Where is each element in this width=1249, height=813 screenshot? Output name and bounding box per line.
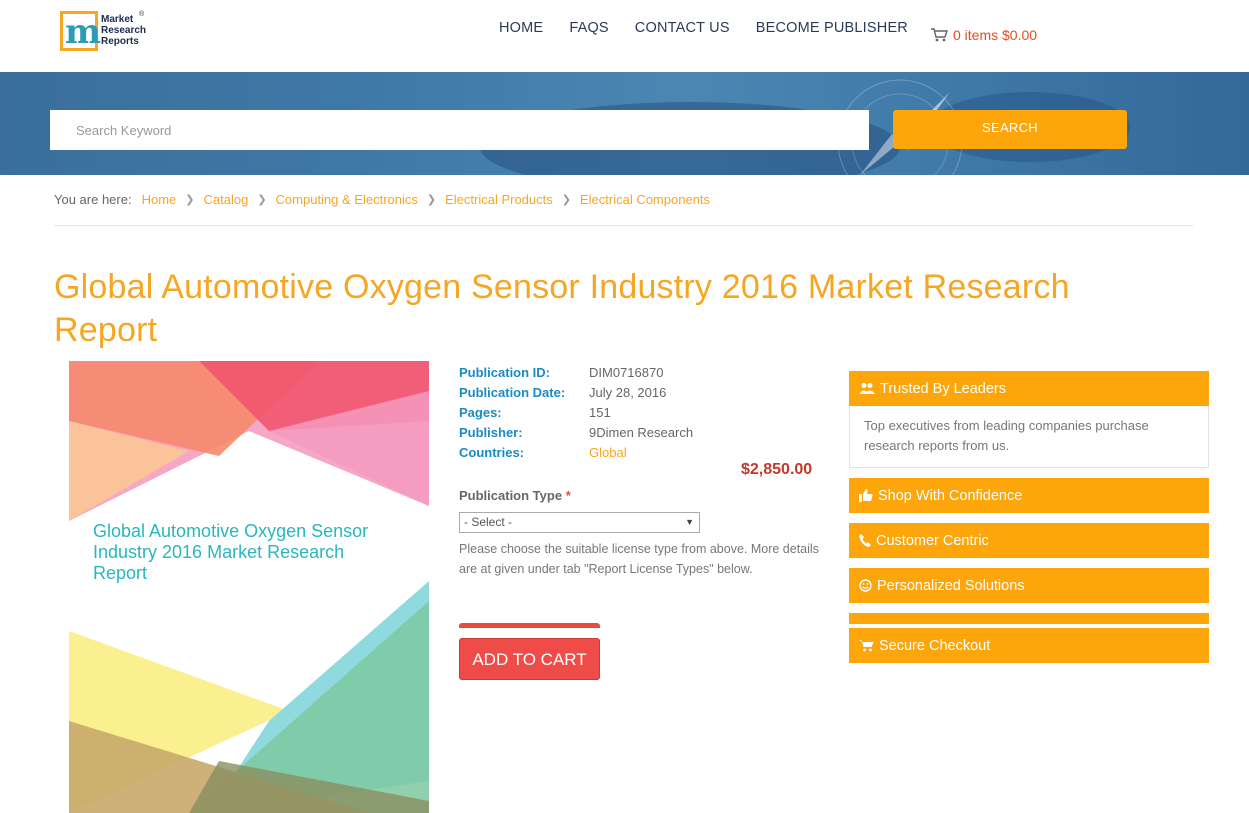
cover-artwork: [69, 361, 429, 813]
cart-label: 0 items $0.00: [953, 27, 1038, 43]
sidebar-trusted-title: Trusted By Leaders: [880, 380, 1006, 397]
site-header: m Market Research Reports ® HOME FAQS CO…: [0, 0, 1249, 72]
cart-summary[interactable]: 0 items $0.00: [931, 27, 1037, 43]
breadcrumb-electrical-components[interactable]: Electrical Components: [580, 192, 710, 207]
search-button[interactable]: SEARCH: [893, 110, 1127, 149]
sidebar-hidden-item: [849, 613, 1209, 624]
detail-value: 9Dimen Research: [589, 425, 694, 440]
report-cover-image: Global Automotive Oxygen Sensor Industry…: [69, 361, 429, 813]
detail-row-publication-date: Publication Date: July 28, 2016: [459, 383, 693, 403]
cover-title: Global Automotive Oxygen Sensor Industry…: [93, 521, 369, 583]
logo-line-2: Research: [101, 25, 147, 36]
dropdown-arrow-icon: ▼: [685, 517, 694, 527]
nav-become-publisher[interactable]: BECOME PUBLISHER: [756, 20, 908, 36]
detail-row-publication-id: Publication ID: DIM0716870: [459, 363, 693, 383]
phone-icon: [859, 534, 871, 547]
users-icon: [859, 383, 875, 394]
shopping-cart-icon: [859, 640, 874, 652]
personalized-solutions-header[interactable]: Personalized Solutions: [849, 568, 1209, 603]
detail-row-countries: Countries: Global: [459, 443, 693, 463]
add-to-cart-button-shadow: [459, 623, 600, 628]
chevron-right-icon: ❯: [561, 194, 571, 206]
sidebar-customer-title: Customer Centric: [876, 532, 989, 549]
nav-faqs[interactable]: FAQS: [569, 20, 608, 36]
detail-row-publisher: Publisher: 9Dimen Research: [459, 423, 693, 443]
publication-type-label: Publication Type *: [459, 488, 571, 503]
publication-type-select[interactable]: - Select - ▼: [459, 512, 700, 533]
breadcrumb-divider: [54, 225, 1193, 226]
detail-row-pages: Pages: 151: [459, 403, 693, 423]
sidebar-secure-title: Secure Checkout: [879, 637, 991, 654]
trusted-by-leaders-panel: Top executives from leading companies pu…: [849, 406, 1209, 468]
detail-value: DIM0716870: [589, 365, 664, 380]
detail-label: Publisher:: [459, 425, 523, 440]
logo-registered-mark: ®: [139, 11, 145, 18]
detail-label: Publication ID:: [459, 365, 550, 380]
site-logo[interactable]: m Market Research Reports ®: [60, 11, 150, 55]
nav-home[interactable]: HOME: [499, 20, 543, 36]
detail-value: 151: [589, 405, 611, 420]
breadcrumb: You are here: Home ❯ Catalog ❯ Computing…: [54, 192, 710, 207]
nav-contact-us[interactable]: CONTACT US: [635, 20, 730, 36]
search-input[interactable]: Search Keyword: [50, 110, 869, 150]
sidebar-shop-title: Shop With Confidence: [878, 487, 1023, 504]
sidebar-personalized-title: Personalized Solutions: [877, 577, 1025, 594]
logo-mark: m: [60, 11, 101, 52]
detail-value: July 28, 2016: [589, 385, 667, 400]
required-marker: *: [565, 488, 571, 503]
breadcrumb-home[interactable]: Home: [142, 192, 177, 207]
publication-details: Publication ID: DIM0716870 Publication D…: [459, 363, 693, 463]
countries-link[interactable]: Global: [589, 443, 627, 463]
publication-type-text: Publication Type: [459, 488, 563, 503]
detail-label: Countries:: [459, 445, 524, 460]
chevron-right-icon: ❯: [257, 194, 267, 206]
breadcrumb-computing-electronics[interactable]: Computing & Electronics: [276, 192, 418, 207]
secure-checkout-header[interactable]: Secure Checkout: [849, 628, 1209, 663]
logo-line-3: Reports: [101, 36, 139, 47]
shopping-cart-icon: [931, 28, 948, 42]
breadcrumb-prefix: You are here:: [54, 192, 132, 207]
chevron-right-icon: ❯: [185, 194, 195, 206]
breadcrumb-catalog[interactable]: Catalog: [204, 192, 249, 207]
report-price: $2,850.00: [741, 461, 813, 478]
add-to-cart-button[interactable]: ADD TO CART: [459, 638, 600, 680]
page-title: Global Automotive Oxygen Sensor Industry…: [54, 268, 1070, 349]
breadcrumb-electrical-products[interactable]: Electrical Products: [445, 192, 553, 207]
select-value: - Select -: [464, 515, 513, 529]
search-banner: Search Keyword SEARCH: [0, 72, 1249, 175]
trusted-by-leaders-header[interactable]: Trusted By Leaders: [849, 371, 1209, 406]
logo-letter: m: [65, 12, 101, 52]
main-nav: HOME FAQS CONTACT US BECOME PUBLISHER: [486, 20, 921, 36]
logo-wordmark: Market Research Reports: [101, 14, 146, 47]
smile-icon: [859, 579, 872, 592]
thumbs-up-icon: [859, 489, 873, 502]
shop-with-confidence-header[interactable]: Shop With Confidence: [849, 478, 1209, 513]
chevron-right-icon: ❯: [426, 194, 437, 206]
detail-label: Pages:: [459, 405, 502, 420]
customer-centric-header[interactable]: Customer Centric: [849, 523, 1209, 558]
license-help-text: Please choose the suitable license type …: [459, 542, 819, 576]
detail-label: Publication Date:: [459, 385, 566, 400]
